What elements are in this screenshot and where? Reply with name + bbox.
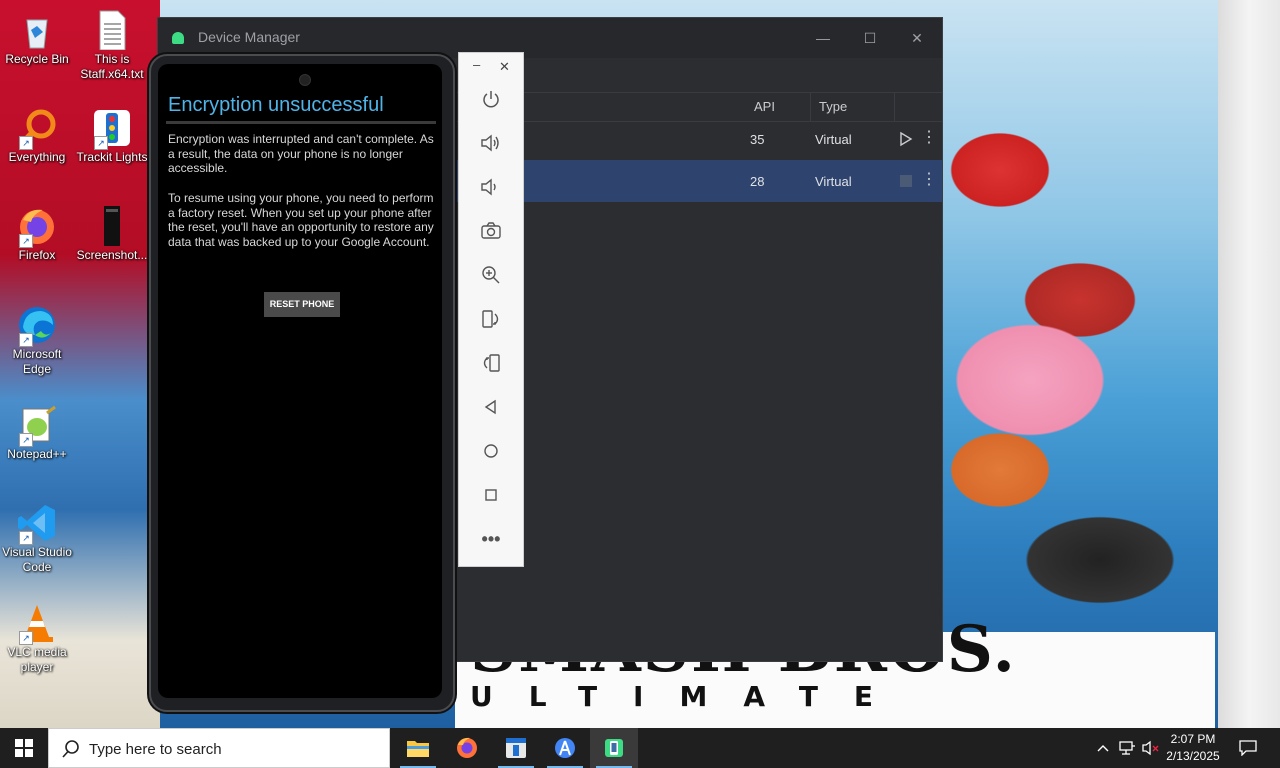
search-placeholder: Type here to search <box>89 741 222 758</box>
minimize-emulator-button[interactable]: – <box>473 57 480 72</box>
shortcut-arrow-icon: ↗ <box>19 631 33 645</box>
desktop-icon-label: Firefox <box>18 248 56 262</box>
desktop-icon-label: Screenshot... <box>76 248 148 262</box>
android-studio-icon[interactable] <box>541 728 589 768</box>
notepadpp-icon: ↗ <box>17 405 57 447</box>
emulator-phone-frame: Encryption unsuccessful Encryption was i… <box>149 54 455 712</box>
overview-icon[interactable] <box>475 479 507 511</box>
taskbar-clock[interactable]: 2:07 PM 2/13/2025 <box>1160 731 1226 765</box>
desktop-icon-vlc[interactable]: ↗ VLC media player <box>1 603 73 675</box>
desktop-icon-label: Recycle Bin <box>5 52 69 66</box>
desktop-icon-edge[interactable]: ↗ Microsoft Edge <box>1 305 73 377</box>
back-icon[interactable] <box>475 391 507 423</box>
text-file-icon <box>92 10 132 51</box>
shortcut-arrow-icon: ↗ <box>19 333 33 347</box>
clock-date: 2/13/2025 <box>1166 749 1220 763</box>
desktop-icon-label: Notepad++ <box>7 447 67 461</box>
everything-search-icon: ↗ <box>17 108 57 150</box>
desktop-icon-label: Trackit Lights <box>76 150 148 164</box>
window-titlebar[interactable]: Device Manager — ☐ ✕ <box>158 18 942 58</box>
device-api: 28 <box>750 174 765 189</box>
desktop-icon-label: Visual Studio Code <box>2 545 72 574</box>
app-taskbar-icon[interactable] <box>492 728 540 768</box>
encryption-title: Encryption unsuccessful <box>168 94 384 116</box>
clock-time: 2:07 PM <box>1170 732 1216 746</box>
maximize-button[interactable]: ☐ <box>855 26 885 50</box>
wallpaper-logo-subtitle: ULTIMATE <box>470 680 910 713</box>
recycle-bin-icon <box>17 10 57 50</box>
play-icon[interactable] <box>898 131 914 150</box>
vscode-icon: ↗ <box>17 503 57 545</box>
show-hidden-icons-button[interactable] <box>1094 728 1112 768</box>
desktop-icon-staff-txt[interactable]: This is Staff.x64.txt <box>76 10 148 82</box>
front-camera <box>299 74 311 86</box>
close-emulator-button[interactable]: ✕ <box>499 59 510 75</box>
power-icon[interactable] <box>475 83 507 115</box>
camera-icon[interactable] <box>475 215 507 247</box>
volume-up-icon[interactable] <box>475 127 507 159</box>
zoom-icon[interactable] <box>475 259 507 291</box>
column-divider <box>894 93 895 121</box>
desktop-icon-firefox[interactable]: ↗ Firefox <box>1 206 73 263</box>
device-manager-taskbar-icon[interactable] <box>590 728 638 768</box>
home-icon[interactable] <box>475 435 507 467</box>
volume-down-icon[interactable] <box>475 171 507 203</box>
edge-icon: ↗ <box>17 305 57 347</box>
desktop-icon-everything[interactable]: ↗ Everything <box>1 108 73 165</box>
android-logo-icon <box>172 32 184 44</box>
firefox-taskbar-icon[interactable] <box>443 728 491 768</box>
desktop-icon-notepadpp[interactable]: ↗ Notepad++ <box>1 405 73 462</box>
vlc-cone-icon: ↗ <box>17 603 57 645</box>
volume-muted-icon[interactable] <box>1140 728 1162 768</box>
network-icon[interactable] <box>1116 728 1138 768</box>
screenshot-file-icon <box>92 206 132 246</box>
rotate-right-icon[interactable] <box>475 347 507 379</box>
desktop-icon-label: Microsoft Edge <box>12 347 62 376</box>
emulator-toolbar: – ✕ ••• <box>458 52 524 567</box>
windows-logo-icon <box>15 739 33 757</box>
shortcut-arrow-icon: ↗ <box>19 433 33 447</box>
desktop-icon-label: This is Staff.x64.txt <box>80 52 144 81</box>
rotate-left-icon[interactable] <box>475 303 507 335</box>
wallpaper-right-edge <box>1218 0 1280 728</box>
column-header-type[interactable]: Type <box>819 99 847 114</box>
device-type: Virtual <box>815 132 852 147</box>
encryption-message-1: Encryption was interrupted and can't com… <box>168 132 434 175</box>
column-header-api[interactable]: API <box>754 99 775 114</box>
taskbar-search-box[interactable]: Type here to search <box>48 728 390 768</box>
more-vertical-icon[interactable]: ⋮ <box>921 172 937 188</box>
desktop-icon-trackit-lights[interactable]: ↗ Trackit Lights <box>76 108 148 165</box>
search-icon <box>62 740 79 758</box>
start-button[interactable] <box>0 728 48 768</box>
shortcut-arrow-icon: ↗ <box>19 234 33 248</box>
desktop-icon-label: VLC media player <box>7 645 67 674</box>
desktop-icon-recycle-bin[interactable]: Recycle Bin <box>1 10 73 67</box>
shortcut-arrow-icon: ↗ <box>19 136 33 150</box>
more-vertical-icon[interactable]: ⋮ <box>921 130 937 146</box>
emulator-toolbar-header: – ✕ <box>459 57 523 75</box>
taskbar: Type here to search 2:07 PM 2/13/2025 <box>0 728 1280 768</box>
column-divider <box>810 93 811 121</box>
shortcut-arrow-icon: ↗ <box>19 531 33 545</box>
window-title: Device Manager <box>198 29 300 45</box>
emulator-screen[interactable]: Encryption unsuccessful Encryption was i… <box>158 64 442 698</box>
firefox-icon: ↗ <box>17 206 57 248</box>
shortcut-arrow-icon: ↗ <box>94 136 108 150</box>
title-divider <box>166 121 436 124</box>
minimize-button[interactable]: — <box>808 26 838 50</box>
device-type: Virtual <box>815 174 852 189</box>
encryption-message-2: To resume using your phone, you need to … <box>168 191 434 249</box>
reset-phone-button[interactable]: RESET PHONE <box>264 292 340 317</box>
traffic-light-icon: ↗ <box>92 108 132 150</box>
desktop-icon-screenshot[interactable]: Screenshot... <box>76 206 148 263</box>
more-icon[interactable]: ••• <box>475 523 507 555</box>
stop-icon[interactable] <box>900 175 912 187</box>
device-api: 35 <box>750 132 765 147</box>
file-explorer-icon[interactable] <box>394 728 442 768</box>
close-button[interactable]: ✕ <box>902 26 932 50</box>
desktop-icon-label: Everything <box>8 150 66 164</box>
notifications-icon[interactable] <box>1234 728 1262 768</box>
desktop-icon-vscode[interactable]: ↗ Visual Studio Code <box>1 503 73 575</box>
